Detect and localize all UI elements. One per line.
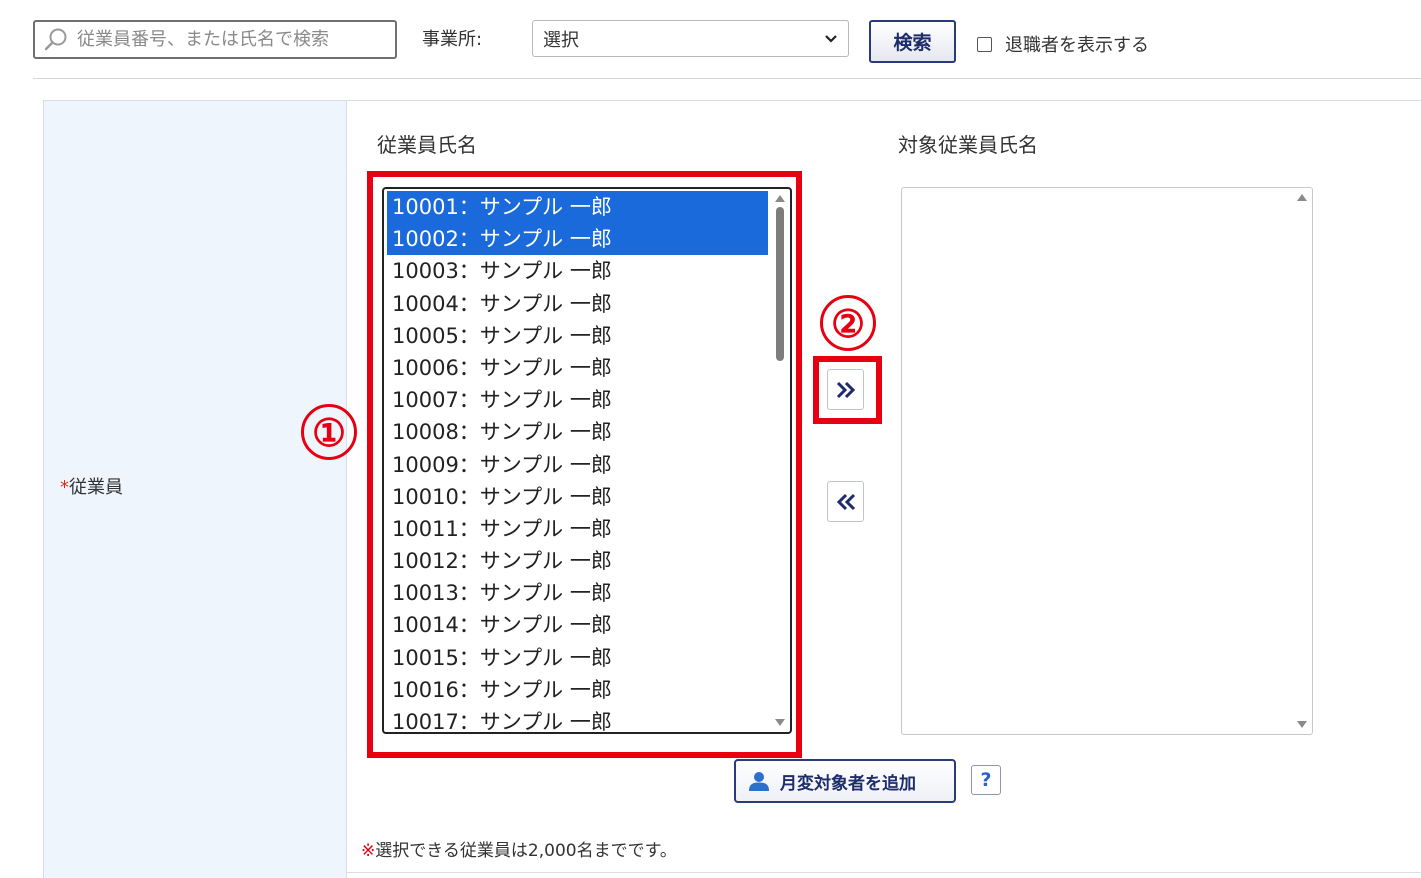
step-2-marker: ② [820,295,876,351]
employee-search-box[interactable] [33,20,397,59]
office-select-value: 選択 [543,29,579,51]
add-monthly-change-target-button[interactable]: 月変対象者を追加 [734,759,956,803]
selection-limit-note: ※選択できる従業員は2,000名までです。 [361,836,677,861]
list-option[interactable]: 10017：サンプル 一郎 [387,706,768,732]
source-options: 10001：サンプル 一郎 10002：サンプル 一郎 10003：サンプル 一郎 1… [387,191,768,732]
scroll-down-arrow-icon[interactable] [1297,721,1307,728]
list-option[interactable]: 10007：サンプル 一郎 [387,384,768,416]
chevron-down-icon [825,34,837,43]
required-mark: * [60,477,69,498]
help-button[interactable]: ? [971,765,1001,795]
remove-from-target-button[interactable] [827,481,864,522]
list-option[interactable]: 10001：サンプル 一郎 [387,191,768,224]
source-employee-list[interactable]: 10001：サンプル 一郎 10002：サンプル 一郎 10003：サンプル 一郎 1… [382,187,792,734]
scroll-up-arrow-icon[interactable] [1297,194,1307,201]
show-retired-label: 退職者を表示する [1005,35,1149,56]
employee-form-row: *従業員 従業員氏名 対象従業員氏名 10001：サンプル 一郎 10002：サン… [43,100,1421,878]
note-text: 選択できる従業員は2,000名までです。 [375,841,677,861]
list-option[interactable]: 10010：サンプル 一郎 [387,481,768,513]
source-list-heading: 従業員氏名 [377,133,477,157]
list-option[interactable]: 10014：サンプル 一郎 [387,609,768,641]
field-label-cell: *従業員 [43,101,347,878]
source-list-scrollbar[interactable] [770,189,790,732]
employee-field-label-text: 従業員 [69,477,123,498]
search-icon [44,28,67,50]
list-option[interactable]: 10016：サンプル 一郎 [387,674,768,706]
list-option[interactable]: 10003：サンプル 一郎 [387,255,768,287]
show-retired-checkbox[interactable] [977,36,992,52]
note-mark: ※ [361,841,376,861]
list-option[interactable]: 10009：サンプル 一郎 [387,449,768,481]
employee-field-label: *従業員 [60,473,123,499]
target-list-scrollbar[interactable] [1292,188,1312,734]
target-list-heading: 対象従業員氏名 [898,133,1038,157]
employee-search-input[interactable] [75,28,375,51]
list-option[interactable]: 10008：サンプル 一郎 [387,416,768,448]
double-chevron-right-icon [836,381,855,398]
list-option[interactable]: 10005：サンプル 一郎 [387,320,768,352]
add-to-target-button[interactable] [827,369,864,410]
office-select[interactable]: 選択 [532,20,849,57]
target-employee-list[interactable] [901,187,1313,735]
show-retired-toggle[interactable]: 退職者を表示する [977,31,1149,57]
row-bottom-divider [347,872,1421,873]
top-divider [33,78,1421,79]
list-option[interactable]: 10013：サンプル 一郎 [387,577,768,609]
scroll-up-arrow-icon[interactable] [775,195,785,202]
search-button[interactable]: 検索 [869,20,956,63]
scroll-down-arrow-icon[interactable] [775,719,785,726]
office-label: 事業所: [422,29,483,50]
list-option[interactable]: 10002：サンプル 一郎 [387,223,768,256]
add-monthly-change-target-label: 月変対象者を追加 [780,773,916,794]
field-content-cell: 従業員氏名 対象従業員氏名 10001：サンプル 一郎 10002：サンプル 一郎… [301,101,1421,878]
scroll-thumb[interactable] [776,207,784,361]
double-chevron-left-icon [836,493,855,510]
list-option[interactable]: 10004：サンプル 一郎 [387,288,768,320]
list-option[interactable]: 10012：サンプル 一郎 [387,545,768,577]
list-option[interactable]: 10011：サンプル 一郎 [387,513,768,545]
list-option[interactable]: 10015：サンプル 一郎 [387,642,768,674]
step-1-marker: ① [301,404,357,460]
list-option[interactable]: 10006：サンプル 一郎 [387,352,768,384]
person-icon [749,772,769,791]
